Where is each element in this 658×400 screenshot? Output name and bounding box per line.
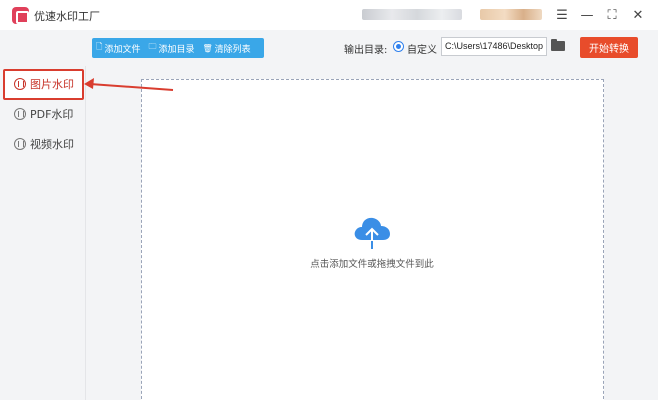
toolbar: 🗋 添加文件 🗀 添加目录 🗑 清除列表 输出目录: 自定义 C:\Users\…	[0, 30, 658, 66]
maximize-button[interactable]: ⛶	[602, 5, 622, 25]
close-button[interactable]: ✕	[628, 5, 648, 25]
folder-icon: 🗀	[148, 42, 157, 51]
cloud-upload-icon[interactable]	[352, 214, 392, 250]
sidebar-item-label: 图片水印	[30, 78, 74, 91]
file-icon: 🗋	[96, 42, 103, 51]
app-logo-icon	[12, 7, 29, 24]
custom-dir-label[interactable]: 自定义	[407, 41, 437, 56]
watermark-icon	[14, 78, 26, 90]
watermark-icon	[14, 108, 26, 120]
sidebar-item-label: 视频水印	[30, 138, 74, 151]
custom-dir-radio[interactable]	[393, 41, 404, 52]
minimize-button[interactable]: —	[577, 5, 597, 25]
watermark-icon	[14, 138, 26, 150]
title-bar: 优速水印工厂 ☰ — ⛶ ✕	[0, 0, 658, 30]
start-convert-button[interactable]: 开始转换	[580, 37, 638, 58]
add-file-button[interactable]: 🗋 添加文件	[92, 41, 144, 55]
clear-list-label: 清除列表	[214, 44, 251, 55]
add-file-label: 添加文件	[104, 44, 141, 55]
drop-zone-hint: 点击添加文件或拖拽文件到此	[310, 259, 434, 270]
sidebar-item-pdf-watermark[interactable]: PDF水印	[14, 106, 73, 122]
blurred-user-info	[362, 9, 462, 20]
output-dir-label: 输出目录:	[344, 45, 388, 56]
clear-list-button[interactable]: 🗑 清除列表	[198, 42, 254, 55]
blurred-avatar[interactable]	[480, 9, 542, 20]
menu-icon[interactable]: ☰	[552, 5, 572, 25]
app-title: 优速水印工厂	[34, 10, 100, 23]
browse-folder-icon[interactable]	[551, 39, 565, 51]
file-button-group: 🗋 添加文件 🗀 添加目录 🗑 清除列表	[92, 38, 264, 58]
sidebar-item-video-watermark[interactable]: 视频水印	[14, 136, 74, 152]
output-path-input[interactable]: C:\Users\17486\Desktop	[441, 37, 547, 56]
sidebar-item-label: PDF水印	[30, 108, 74, 121]
add-folder-button[interactable]: 🗀 添加目录	[144, 41, 198, 55]
annotation-arrow	[84, 78, 174, 91]
add-folder-label: 添加目录	[158, 44, 195, 55]
trash-icon: 🗑	[202, 43, 213, 53]
sidebar-item-image-watermark[interactable]: 图片水印	[14, 76, 74, 92]
